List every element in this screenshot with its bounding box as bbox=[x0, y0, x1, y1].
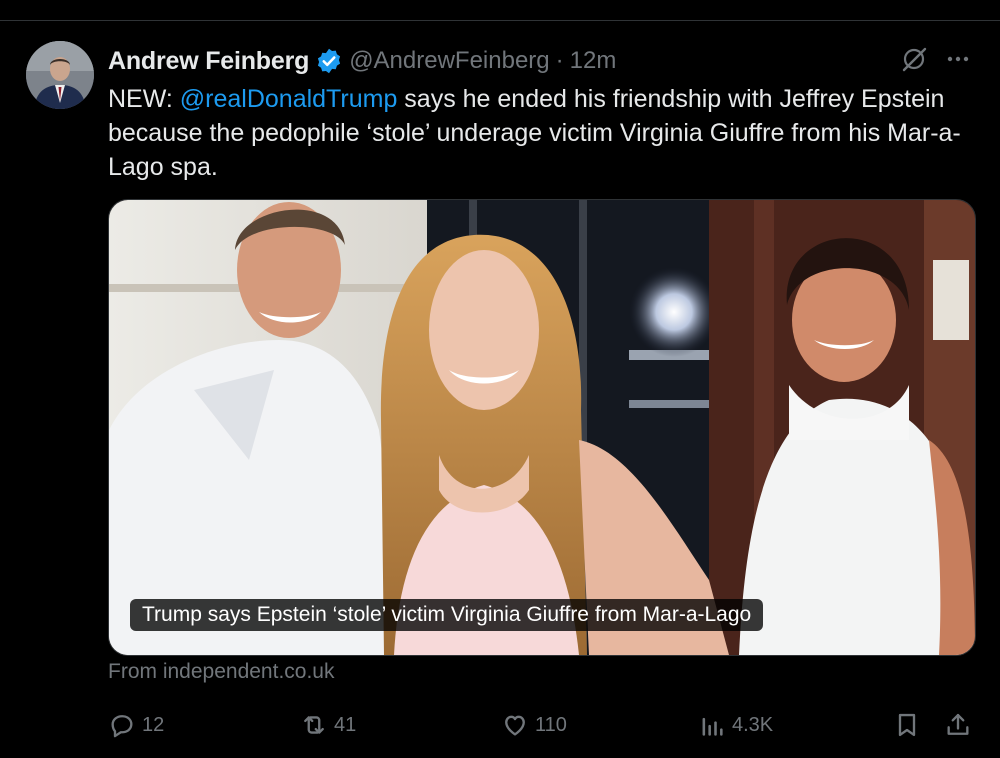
tweet-text: NEW: @realDonaldTrump says he ended his … bbox=[108, 82, 978, 184]
reply-count: 12 bbox=[142, 713, 165, 736]
share-button[interactable] bbox=[944, 707, 978, 743]
author-name[interactable]: Andrew Feinberg bbox=[108, 47, 309, 76]
tweet-header: Andrew Feinberg @AndrewFeinberg · 12m bbox=[108, 44, 616, 78]
share-icon bbox=[944, 711, 978, 739]
media-caption: Trump says Epstein ‘stole’ victim Virgin… bbox=[130, 599, 764, 631]
bookmark-icon bbox=[893, 711, 927, 739]
like-count: 110 bbox=[535, 713, 567, 736]
like-icon bbox=[501, 711, 535, 739]
more-icon[interactable] bbox=[944, 45, 972, 73]
author-handle[interactable]: @AndrewFeinberg bbox=[349, 47, 549, 75]
link-source[interactable]: From independent.co.uk bbox=[108, 660, 334, 684]
separator-dot: · bbox=[555, 47, 564, 74]
verified-badge-icon[interactable] bbox=[315, 47, 343, 75]
link-card-image[interactable]: Trump says Epstein ‘stole’ victim Virgin… bbox=[108, 199, 976, 656]
top-divider bbox=[0, 20, 1000, 21]
reply-icon bbox=[108, 711, 142, 739]
grok-icon[interactable] bbox=[900, 45, 928, 73]
repost-count: 41 bbox=[334, 713, 357, 736]
mention-link[interactable]: @realDonaldTrump bbox=[180, 85, 398, 113]
action-bar: 12 41 110 4.3K bbox=[108, 707, 978, 743]
repost-icon bbox=[300, 711, 334, 739]
timestamp[interactable]: 12m bbox=[570, 47, 617, 75]
views-button[interactable]: 4.3K bbox=[698, 707, 773, 743]
tweet-text-prefix: NEW: bbox=[108, 85, 180, 113]
repost-button[interactable]: 41 bbox=[300, 707, 356, 743]
bookmark-button[interactable] bbox=[893, 707, 927, 743]
avatar[interactable] bbox=[26, 41, 94, 109]
views-count: 4.3K bbox=[732, 713, 774, 736]
reply-button[interactable]: 12 bbox=[108, 707, 164, 743]
like-button[interactable]: 110 bbox=[501, 707, 567, 743]
views-icon bbox=[698, 711, 732, 739]
